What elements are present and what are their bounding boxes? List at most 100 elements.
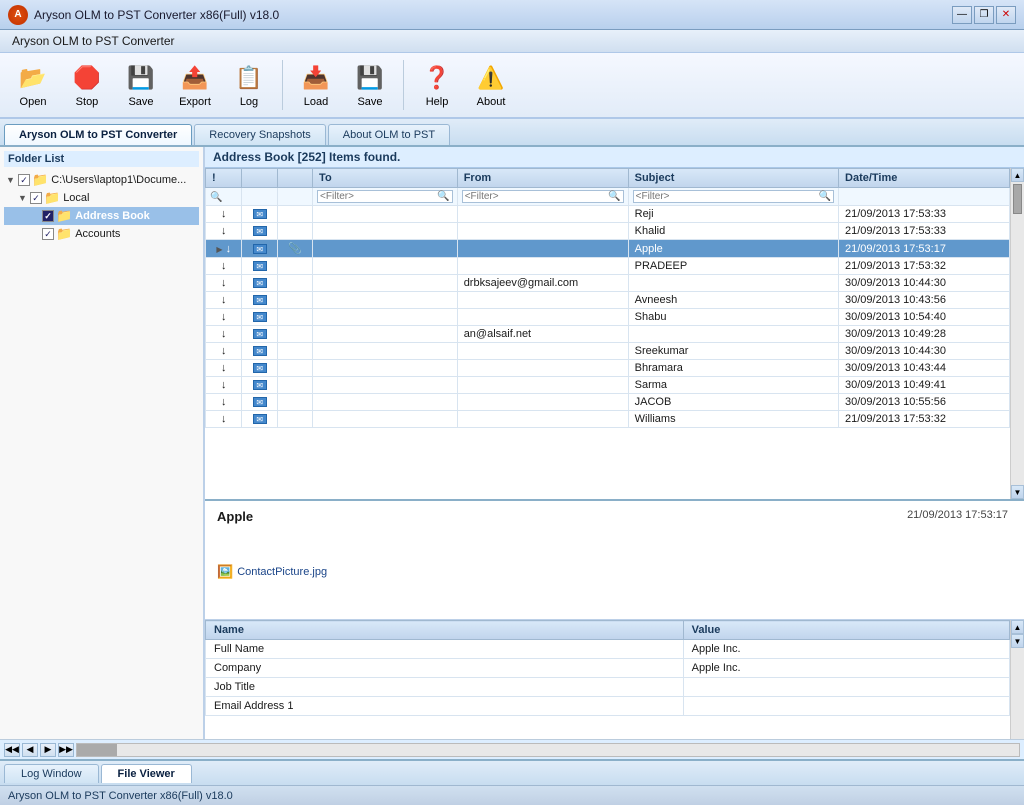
props-scrollbar[interactable]: ▲ ▼: [1010, 620, 1024, 739]
table-row[interactable]: ↓✉JACOB30/09/2013 10:55:56: [206, 394, 1010, 411]
email-list-container[interactable]: ! To From Subject Date/Time: [205, 168, 1010, 499]
toolbar: 📂 Open 🛑 Stop 💾 Save 📤 Export 📋 Log 📥 Lo…: [0, 53, 1024, 119]
col-datetime: Date/Time: [839, 169, 1010, 188]
table-row[interactable]: ↓✉Shabu30/09/2013 10:54:40: [206, 309, 1010, 326]
accounts-checkbox[interactable]: ✓: [42, 228, 54, 240]
tab-file-viewer[interactable]: File Viewer: [101, 764, 192, 783]
props-name: Full Name: [206, 640, 684, 659]
col-flag: !: [206, 169, 242, 188]
tab-converter[interactable]: Aryson OLM to PST Converter: [4, 124, 192, 145]
filter-from-cell[interactable]: 🔍: [457, 188, 628, 206]
row-flag: ↓: [206, 360, 242, 377]
filter-subject-input[interactable]: [636, 191, 817, 202]
row-attachment: [277, 326, 312, 343]
table-row[interactable]: ↓✉Bhramara30/09/2013 10:43:44: [206, 360, 1010, 377]
open-icon: 📂: [17, 62, 49, 94]
table-row[interactable]: ↓✉PRADEEP21/09/2013 17:53:32: [206, 258, 1010, 275]
horizontal-scrollbar[interactable]: [76, 743, 1020, 757]
tab-recovery[interactable]: Recovery Snapshots: [194, 124, 326, 145]
email-list-scrollbar[interactable]: ▲ ▼: [1010, 168, 1024, 499]
title-bar: A Aryson OLM to PST Converter x86(Full) …: [0, 0, 1024, 30]
properties-table-wrap: Name Value Full NameApple Inc.CompanyApp…: [205, 620, 1010, 739]
maximize-button[interactable]: ❐: [974, 6, 994, 24]
nav-first-button[interactable]: ◀◀: [4, 743, 20, 757]
local-checkbox[interactable]: ✓: [30, 192, 42, 204]
row-type-icon: ✉: [242, 360, 278, 377]
filter-date-cell: [839, 188, 1010, 206]
row-flag: ▶ ↓: [206, 240, 242, 258]
tree-address-book[interactable]: ✓ 📁 Address Book: [4, 207, 199, 225]
open-button[interactable]: 📂 Open: [8, 57, 58, 113]
table-row[interactable]: ↓✉drbksajeev@gmail.com30/09/2013 10:44:3…: [206, 275, 1010, 292]
row-type-icon: ✉: [242, 394, 278, 411]
row-subject: Williams: [628, 411, 838, 428]
about-icon: ⚠️: [475, 62, 507, 94]
tab-log-window[interactable]: Log Window: [4, 764, 99, 783]
menubar-app-name[interactable]: Aryson OLM to PST Converter: [4, 32, 183, 50]
root-checkbox[interactable]: ✓: [18, 174, 30, 186]
filter-to-input[interactable]: [320, 191, 435, 202]
props-scroll-up[interactable]: ▲: [1011, 620, 1024, 634]
addressbook-checkbox[interactable]: ✓: [42, 210, 54, 222]
col-name: Name: [206, 621, 684, 640]
stop-button[interactable]: 🛑 Stop: [62, 57, 112, 113]
props-scroll-down[interactable]: ▼: [1011, 634, 1024, 648]
props-name: Company: [206, 659, 684, 678]
scroll-down-arrow[interactable]: ▼: [1011, 485, 1024, 499]
export-button[interactable]: 📤 Export: [170, 57, 220, 113]
filter-from-input[interactable]: [465, 191, 606, 202]
save2-button[interactable]: 💾 Save: [345, 57, 395, 113]
email-icon: ✉: [253, 346, 267, 356]
stop-label: Stop: [76, 96, 99, 108]
minimize-button[interactable]: —: [952, 6, 972, 24]
about-button[interactable]: ⚠️ About: [466, 57, 516, 113]
nav-last-button[interactable]: ▶▶: [58, 743, 74, 757]
col-from: From: [457, 169, 628, 188]
export-label: Export: [179, 96, 211, 108]
row-from: an@alsaif.net: [457, 326, 628, 343]
scroll-thumb[interactable]: [1013, 184, 1022, 214]
props-name: Email Address 1: [206, 697, 684, 716]
nav-prev-button[interactable]: ◀: [22, 743, 38, 757]
save2-label: Save: [357, 96, 382, 108]
row-subject: [628, 275, 838, 292]
row-subject: [628, 326, 838, 343]
table-row[interactable]: ↓✉Reji21/09/2013 17:53:33: [206, 206, 1010, 223]
tab-about[interactable]: About OLM to PST: [328, 124, 450, 145]
close-button[interactable]: ✕: [996, 6, 1016, 24]
log-button[interactable]: 📋 Log: [224, 57, 274, 113]
tree-root[interactable]: ▼ ✓ 📁 C:\Users\laptop1\Docume...: [4, 171, 199, 189]
row-datetime: 30/09/2013 10:44:30: [839, 275, 1010, 292]
table-row[interactable]: ↓✉Avneesh30/09/2013 10:43:56: [206, 292, 1010, 309]
props-table-body: Full NameApple Inc.CompanyApple Inc.Job …: [206, 640, 1010, 716]
save-button[interactable]: 💾 Save: [116, 57, 166, 113]
help-button[interactable]: ❓ Help: [412, 57, 462, 113]
filter-to-cell[interactable]: 🔍: [313, 188, 458, 206]
horizontal-scroll-thumb[interactable]: [77, 744, 117, 756]
tree-local[interactable]: ▼ ✓ 📁 Local: [4, 189, 199, 207]
table-row[interactable]: ▶ ↓✉📎Apple21/09/2013 17:53:17: [206, 240, 1010, 258]
row-from: [457, 394, 628, 411]
preview-attachment[interactable]: 🖼️ ContactPicture.jpg: [217, 564, 1012, 580]
left-panel: Folder List ▼ ✓ 📁 C:\Users\laptop1\Docum…: [0, 147, 205, 739]
tree-accounts[interactable]: ✓ 📁 Accounts: [4, 225, 199, 243]
table-row[interactable]: ↓✉Williams21/09/2013 17:53:32: [206, 411, 1010, 428]
row-attachment: [277, 411, 312, 428]
load-button[interactable]: 📥 Load: [291, 57, 341, 113]
properties-panel: Name Value Full NameApple Inc.CompanyApp…: [205, 619, 1024, 739]
row-to: [313, 258, 458, 275]
props-value: Apple Inc.: [683, 640, 1009, 659]
root-expand-icon: ▼: [6, 175, 16, 185]
scroll-up-arrow[interactable]: ▲: [1011, 168, 1024, 182]
table-row[interactable]: ↓✉Sarma30/09/2013 10:49:41: [206, 377, 1010, 394]
row-subject: Shabu: [628, 309, 838, 326]
table-row[interactable]: ↓✉an@alsaif.net30/09/2013 10:49:28: [206, 326, 1010, 343]
row-attachment: [277, 309, 312, 326]
row-datetime: 21/09/2013 17:53:32: [839, 411, 1010, 428]
table-row[interactable]: ↓✉Sreekumar30/09/2013 10:44:30: [206, 343, 1010, 360]
email-icon: ✉: [253, 295, 267, 305]
nav-next-button[interactable]: ▶: [40, 743, 56, 757]
table-row[interactable]: ↓✉Khalid21/09/2013 17:53:33: [206, 223, 1010, 240]
filter-subject-cell[interactable]: 🔍: [628, 188, 838, 206]
bottom-tab-strip: Log Window File Viewer: [0, 759, 1024, 785]
